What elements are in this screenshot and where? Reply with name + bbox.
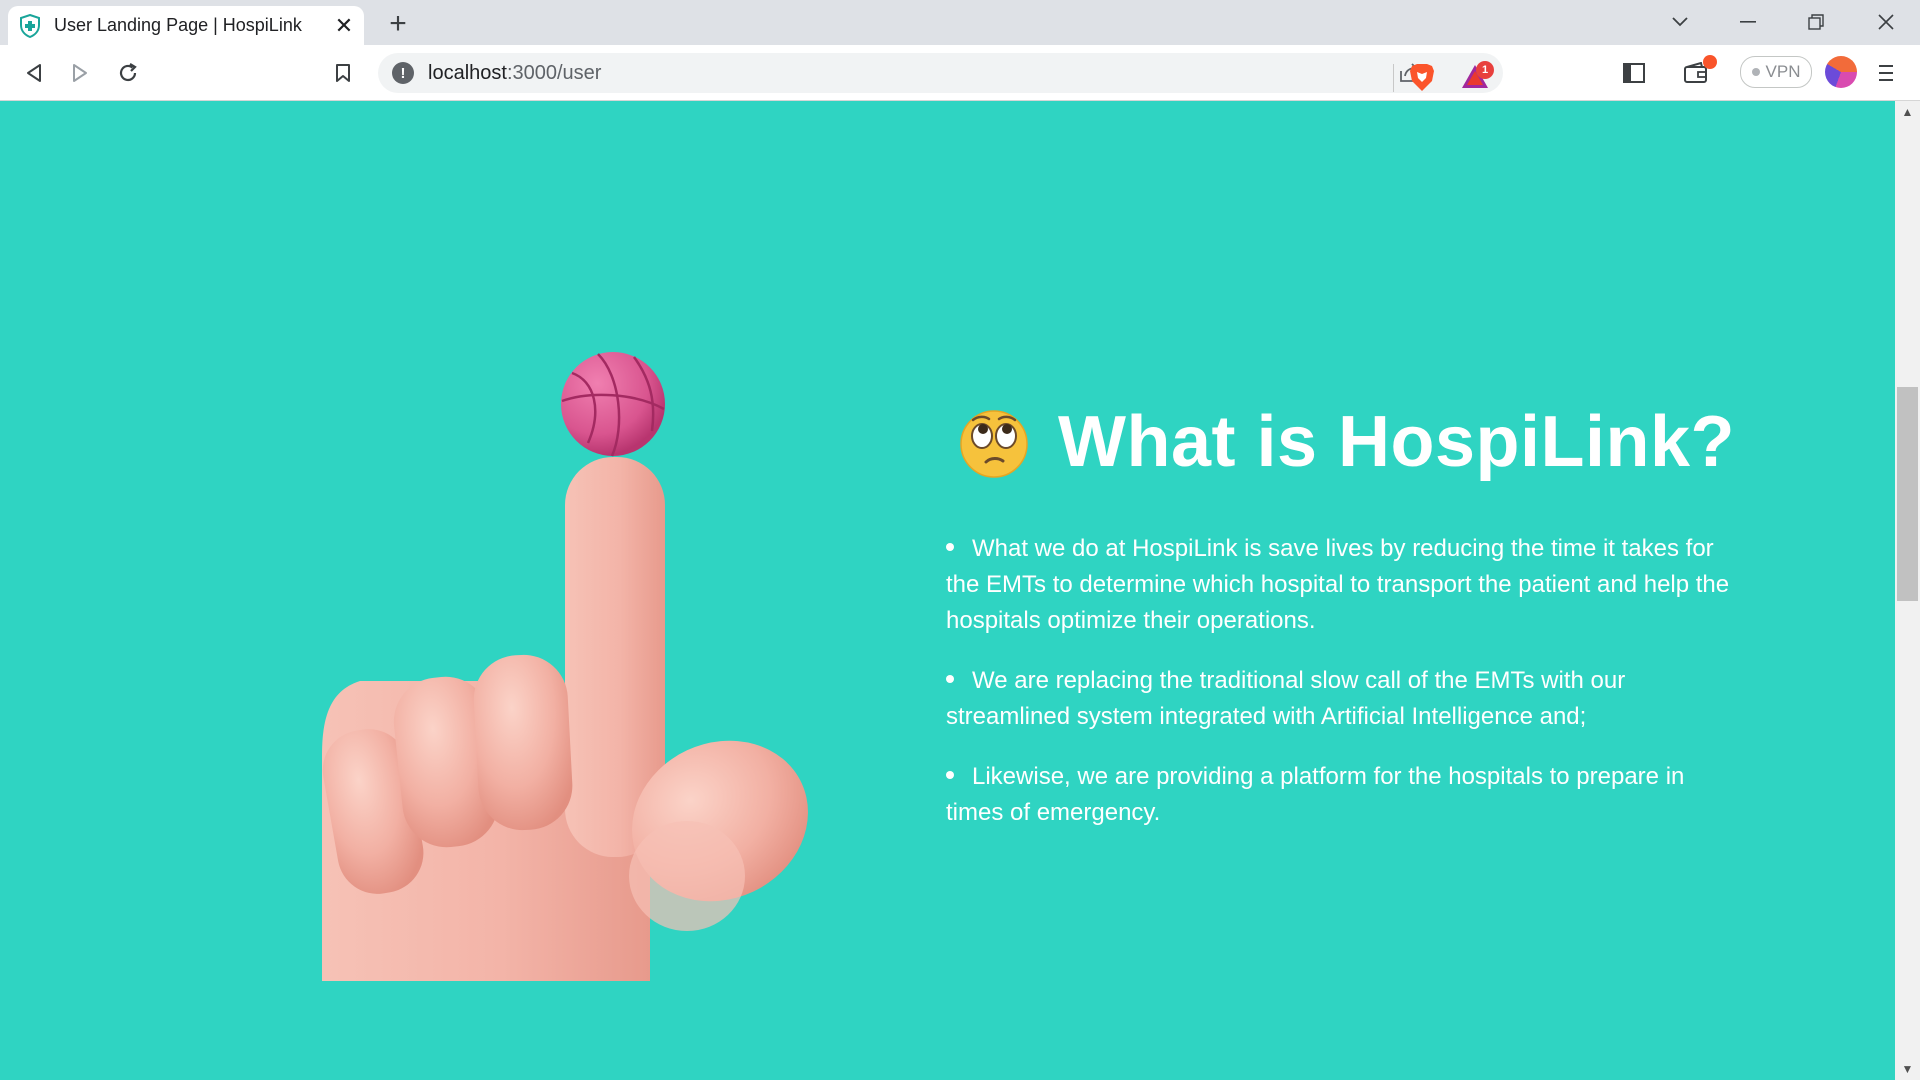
bookmark-icon[interactable] [327,57,359,89]
vpn-label: VPN [1765,62,1801,81]
about-section: What is HospiLink? What we do at HospiLi… [946,401,1746,855]
brave-shields-icon[interactable] [1408,63,1436,93]
profile-avatar[interactable] [1825,56,1857,88]
face-with-rolling-eyes-emoji-icon [960,410,1028,478]
tab-search-chevron-icon[interactable] [1660,6,1700,38]
url-text: localhost:3000/user [428,62,602,84]
page-viewport: What is HospiLink? What we do at HospiLi… [0,101,1895,1080]
menu-icon[interactable] [1870,57,1902,89]
address-bar[interactable]: ! localhost:3000/user 1 [378,53,1503,93]
page-scrollbar[interactable]: ▲ ▼ [1895,101,1920,1080]
browser-toolbar: ! localhost:3000/user 1 VPN [0,45,1920,101]
hospilink-favicon-icon [18,13,42,38]
page-title: What is HospiLink? [1058,402,1736,482]
reload-icon[interactable] [112,57,144,89]
section-heading: What is HospiLink? [958,401,1746,483]
bullet-icon [946,770,954,779]
wallet-notification-dot [1703,55,1717,69]
tab-title: User Landing Page | HospiLink [54,15,302,35]
forward-icon[interactable] [64,57,96,89]
bullet-icon [946,542,954,551]
browser-tab[interactable]: User Landing Page | HospiLink ✕ [8,6,364,45]
feature-list: What we do at HospiLink is save lives by… [946,531,1746,831]
list-item: What we do at HospiLink is save lives by… [946,535,1730,634]
close-tab-icon[interactable]: ✕ [330,12,358,40]
scroll-down-arrow-icon[interactable]: ▼ [1895,1058,1920,1080]
scroll-up-arrow-icon[interactable]: ▲ [1895,101,1920,123]
rewards-badge: 1 [1476,61,1494,79]
divider [1393,64,1394,92]
hand-pointing-up-with-basketball-illustration [322,352,808,981]
site-info-icon[interactable]: ! [392,62,414,84]
back-icon[interactable] [18,57,50,89]
close-window-icon[interactable] [1866,6,1906,38]
new-tab-icon[interactable]: + [382,7,414,40]
vpn-status-dot [1751,68,1760,76]
minimize-icon[interactable] [1728,6,1768,38]
list-item: Likewise, we are providing a platform fo… [946,763,1685,826]
vpn-button[interactable]: VPN [1740,56,1812,88]
restore-icon[interactable] [1796,6,1836,38]
sidebar-toggle-icon[interactable] [1618,57,1650,89]
list-item: We are replacing the traditional slow ca… [946,667,1626,730]
bullet-icon [946,674,954,683]
tab-strip: User Landing Page | HospiLink ✕ + [0,0,1920,45]
scrollbar-thumb[interactable] [1897,387,1918,601]
